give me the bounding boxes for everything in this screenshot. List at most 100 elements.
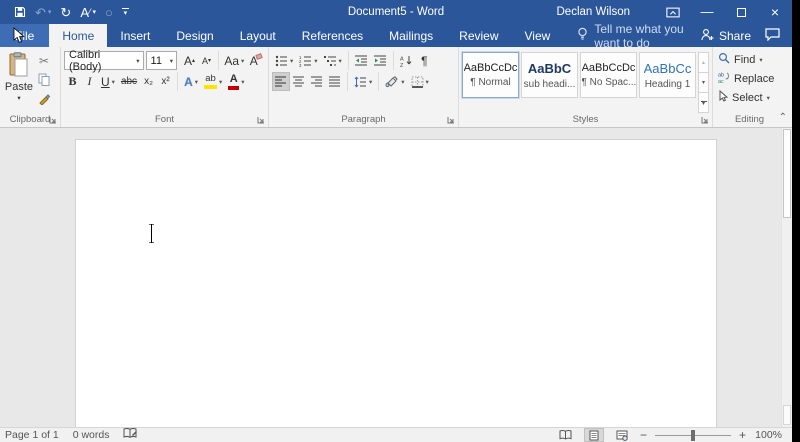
change-case-button[interactable]: Aa▾ [222,51,247,70]
group-editing: Find ▾ abac Replace Select ▾ Editing [713,47,786,127]
multilevel-list-button[interactable]: ▾ [321,51,345,70]
style-heading-1[interactable]: AaBbCc Heading 1 [639,52,696,98]
user-name[interactable]: Declan Wilson [557,6,631,18]
style-sub-heading[interactable]: AaBbC sub headi... [521,52,578,98]
minimize-button[interactable]: — [690,0,724,24]
cut-icon[interactable]: ✂ [35,52,53,69]
superscript-button[interactable]: x² [157,72,174,91]
font-family-dropdown-icon[interactable]: ▾ [133,57,142,65]
share-person-icon [700,28,714,44]
highlight-button[interactable]: ab▾ [201,72,225,91]
justify-button[interactable] [326,72,344,91]
find-button[interactable]: Find ▾ [716,50,783,69]
customize-qat-icon[interactable]: ▾ [122,8,129,17]
close-button[interactable]: × [758,0,792,24]
undo-icon[interactable]: ↶▾ [35,6,51,19]
page-count[interactable]: Page 1 of 1 [5,429,59,441]
line-spacing-button[interactable]: ▾ [351,72,375,91]
tab-review[interactable]: Review [446,24,511,47]
tab-home[interactable]: Home [49,24,107,47]
ribbon-display-options-icon[interactable] [656,0,690,24]
document-area[interactable] [0,128,792,427]
web-layout-icon[interactable] [612,428,632,442]
paste-button[interactable]: Paste ▾ [3,50,35,112]
paragraph-group-label: Paragraph [269,114,458,125]
font-size-combo[interactable]: 11 ▾ [146,51,177,70]
document-page[interactable] [75,139,717,427]
clipboard-dialog-launcher-icon[interactable] [49,116,57,124]
tab-insert[interactable]: Insert [107,24,163,47]
font-family-combo[interactable]: Calibri (Body) ▾ [64,51,144,70]
tab-mailings[interactable]: Mailings [376,24,446,47]
font-color-button[interactable]: A▾ [225,72,247,91]
increase-indent-button[interactable] [371,51,390,70]
scrollbar-thumb[interactable] [783,129,791,218]
align-right-button[interactable] [308,72,326,91]
strikethrough-button[interactable]: abc [118,72,140,91]
zoom-percentage[interactable]: 100% [754,429,782,441]
style-pen-icon[interactable]: A⁄▾ [80,6,96,19]
numbering-button[interactable]: 123▾ [296,51,320,70]
comment-icon[interactable] [765,28,780,44]
shrink-font-button[interactable]: A▾ [198,51,215,70]
paste-dropdown-icon[interactable]: ▾ [17,94,20,102]
underline-button[interactable]: U▾ [98,72,118,91]
styles-dialog-launcher-icon[interactable] [701,116,709,124]
styles-more-icon[interactable]: ▾ [698,92,709,113]
paragraph-dialog-launcher-icon[interactable] [447,116,455,124]
proofing-icon[interactable] [123,428,137,442]
svg-text:A: A [400,56,404,62]
eraser-icon [255,53,263,60]
share-button[interactable]: Share [700,28,751,44]
styles-scroll-down-icon[interactable]: ▾ [698,72,709,93]
zoom-slider-thumb[interactable] [691,430,695,441]
font-color-bar [228,86,239,90]
tab-mailings-label: Mailings [389,29,433,43]
styles-scroll-up-icon[interactable]: ▴ [698,52,709,73]
grow-font-button[interactable]: A▴ [181,51,198,70]
borders-button[interactable]: ▾ [408,72,432,91]
select-button[interactable]: Select ▾ [716,88,783,107]
subscript-button[interactable]: x₂ [140,72,157,91]
style-no-spacing[interactable]: AaBbCcDc ¶ No Spac... [580,52,637,98]
collapse-ribbon-icon[interactable]: ⌃ [779,112,787,123]
zoom-in-button[interactable]: + [739,428,746,442]
align-left-button[interactable] [272,72,290,91]
sort-button[interactable]: AZ [397,51,416,70]
tab-layout[interactable]: Layout [227,24,289,47]
decrease-indent-button[interactable] [352,51,371,70]
lightbulb-icon [577,27,588,44]
text-effects-button[interactable]: A▾ [181,72,201,91]
zoom-slider[interactable] [655,435,731,436]
tell-me-box[interactable]: Tell me what you want to do [577,24,700,47]
vertical-scrollbar[interactable] [781,128,792,427]
paste-label: Paste [5,81,33,93]
copy-icon[interactable] [35,71,53,88]
circle-icon[interactable]: ○ [105,6,113,19]
zoom-out-button[interactable]: − [640,428,647,442]
read-mode-icon[interactable] [556,428,576,442]
scrollbar-bottom-button[interactable] [783,405,791,425]
redo-icon[interactable]: ↻ [60,6,71,19]
restore-button[interactable] [724,0,758,24]
save-icon[interactable] [14,6,26,18]
align-center-button[interactable] [290,72,308,91]
tab-design[interactable]: Design [163,24,226,47]
font-size-dropdown-icon[interactable]: ▾ [167,57,176,65]
svg-text:Z: Z [400,63,404,67]
show-hide-pilcrow-button[interactable]: ¶ [416,51,433,70]
replace-button[interactable]: abac Replace [716,69,783,88]
format-painter-icon[interactable] [35,90,53,107]
word-count[interactable]: 0 words [73,429,110,441]
print-layout-icon[interactable] [584,428,604,442]
italic-button[interactable]: I [81,72,98,91]
tab-view[interactable]: View [512,24,564,47]
bullets-button[interactable]: ▾ [272,51,296,70]
font-dialog-launcher-icon[interactable] [257,116,265,124]
shading-button[interactable]: ▾ [382,72,407,91]
style-normal[interactable]: AaBbCcDc ¶ Normal [462,52,519,98]
bold-button[interactable]: B [64,72,81,91]
tab-references[interactable]: References [289,24,376,47]
clear-formatting-button[interactable]: A [247,51,265,70]
tab-file[interactable]: File [0,24,49,47]
